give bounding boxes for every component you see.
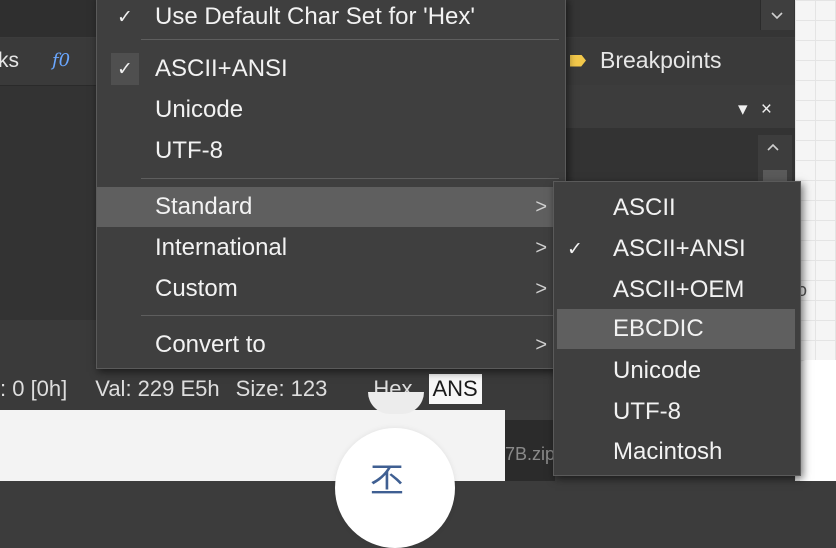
- standard-charset-submenu: ASCII ✓ ASCII+ANSI ASCII+OEM EBCDIC Unic…: [553, 181, 801, 476]
- app-glyph-icon: 丕: [370, 461, 404, 501]
- tab-breakpoints[interactable]: Breakpoints: [570, 47, 721, 74]
- menu-item-label: Unicode: [155, 96, 244, 123]
- menu-item-use-default-charset[interactable]: ✓ Use Default Char Set for 'Hex': [97, 0, 565, 37]
- menu-item-label: Convert to: [155, 331, 266, 358]
- menu-item-unicode[interactable]: Unicode: [97, 90, 565, 130]
- menu-item-ascii-ansi[interactable]: ✓ ASCII+ANSI: [97, 49, 565, 89]
- submenu-arrow-icon: >: [535, 195, 547, 218]
- menu-item-utf8[interactable]: UTF-8: [97, 131, 565, 171]
- charset-context-menu: ✓ Use Default Char Set for 'Hex' ✓ ASCII…: [96, 0, 566, 369]
- submenu-item-unicode[interactable]: Unicode: [557, 351, 795, 391]
- submenu-item-ascii-oem[interactable]: ASCII+OEM: [557, 270, 795, 310]
- submenu-item-label: ASCII+ANSI: [613, 235, 746, 262]
- submenu-arrow-icon: >: [535, 277, 547, 300]
- menu-item-label: UTF-8: [155, 137, 223, 164]
- menu-item-standard[interactable]: Standard >: [97, 187, 565, 227]
- menu-item-label: ASCII+ANSI: [155, 55, 288, 82]
- submenu-item-label: ASCII+OEM: [613, 276, 745, 303]
- menu-separator: [141, 178, 559, 179]
- menu-item-label: Use Default Char Set for 'Hex': [155, 3, 475, 30]
- chevron-down-icon: [771, 12, 783, 20]
- breakpoint-tag-icon: [570, 54, 586, 67]
- menu-item-convert-to[interactable]: Convert to >: [97, 325, 565, 365]
- submenu-item-ebcdic[interactable]: EBCDIC: [557, 309, 795, 349]
- check-icon: ✓: [111, 53, 139, 85]
- function-icon: f0: [52, 50, 71, 71]
- menu-separator: [141, 315, 559, 316]
- status-offset: : 0 [0h]: [0, 376, 68, 401]
- submenu-item-label: UTF-8: [613, 398, 681, 425]
- status-charset[interactable]: ANS: [428, 374, 482, 404]
- submenu-item-label: EBCDIC: [613, 315, 704, 342]
- menu-item-label: Custom: [155, 275, 238, 302]
- submenu-item-macintosh[interactable]: Macintosh: [557, 432, 795, 472]
- submenu-arrow-icon: >: [535, 333, 547, 356]
- check-icon: ✓: [117, 6, 133, 28]
- submenu-item-label: Macintosh: [613, 438, 723, 465]
- check-icon: ✓: [567, 238, 583, 260]
- combo-dropdown-button[interactable]: [760, 0, 794, 30]
- left-pane: [0, 85, 98, 321]
- submenu-arrow-icon: >: [535, 236, 547, 259]
- submenu-item-ascii-ansi[interactable]: ✓ ASCII+ANSI: [557, 229, 795, 269]
- zip-filename[interactable]: 7B.zip: [505, 444, 555, 465]
- submenu-item-ascii[interactable]: ASCII: [557, 188, 795, 228]
- submenu-item-label: Unicode: [613, 357, 702, 384]
- submenu-item-label: ASCII: [613, 194, 676, 221]
- menu-item-label: Standard: [155, 193, 253, 220]
- pane-controls[interactable]: ▾ ×: [738, 98, 776, 121]
- menu-separator: [141, 39, 559, 40]
- status-value: Val: 229 E5h: [95, 376, 220, 401]
- tab-breakpoints-label: Breakpoints: [600, 47, 722, 73]
- tab-bookmarks-fragment[interactable]: ks: [0, 49, 19, 73]
- menu-item-label: International: [155, 234, 288, 261]
- chevron-up-icon[interactable]: [765, 140, 781, 156]
- status-size: Size: 123: [235, 376, 328, 401]
- menu-item-custom[interactable]: Custom >: [97, 269, 565, 309]
- menu-item-international[interactable]: International >: [97, 228, 565, 268]
- submenu-item-utf8[interactable]: UTF-8: [557, 392, 795, 432]
- side-card: [800, 360, 836, 481]
